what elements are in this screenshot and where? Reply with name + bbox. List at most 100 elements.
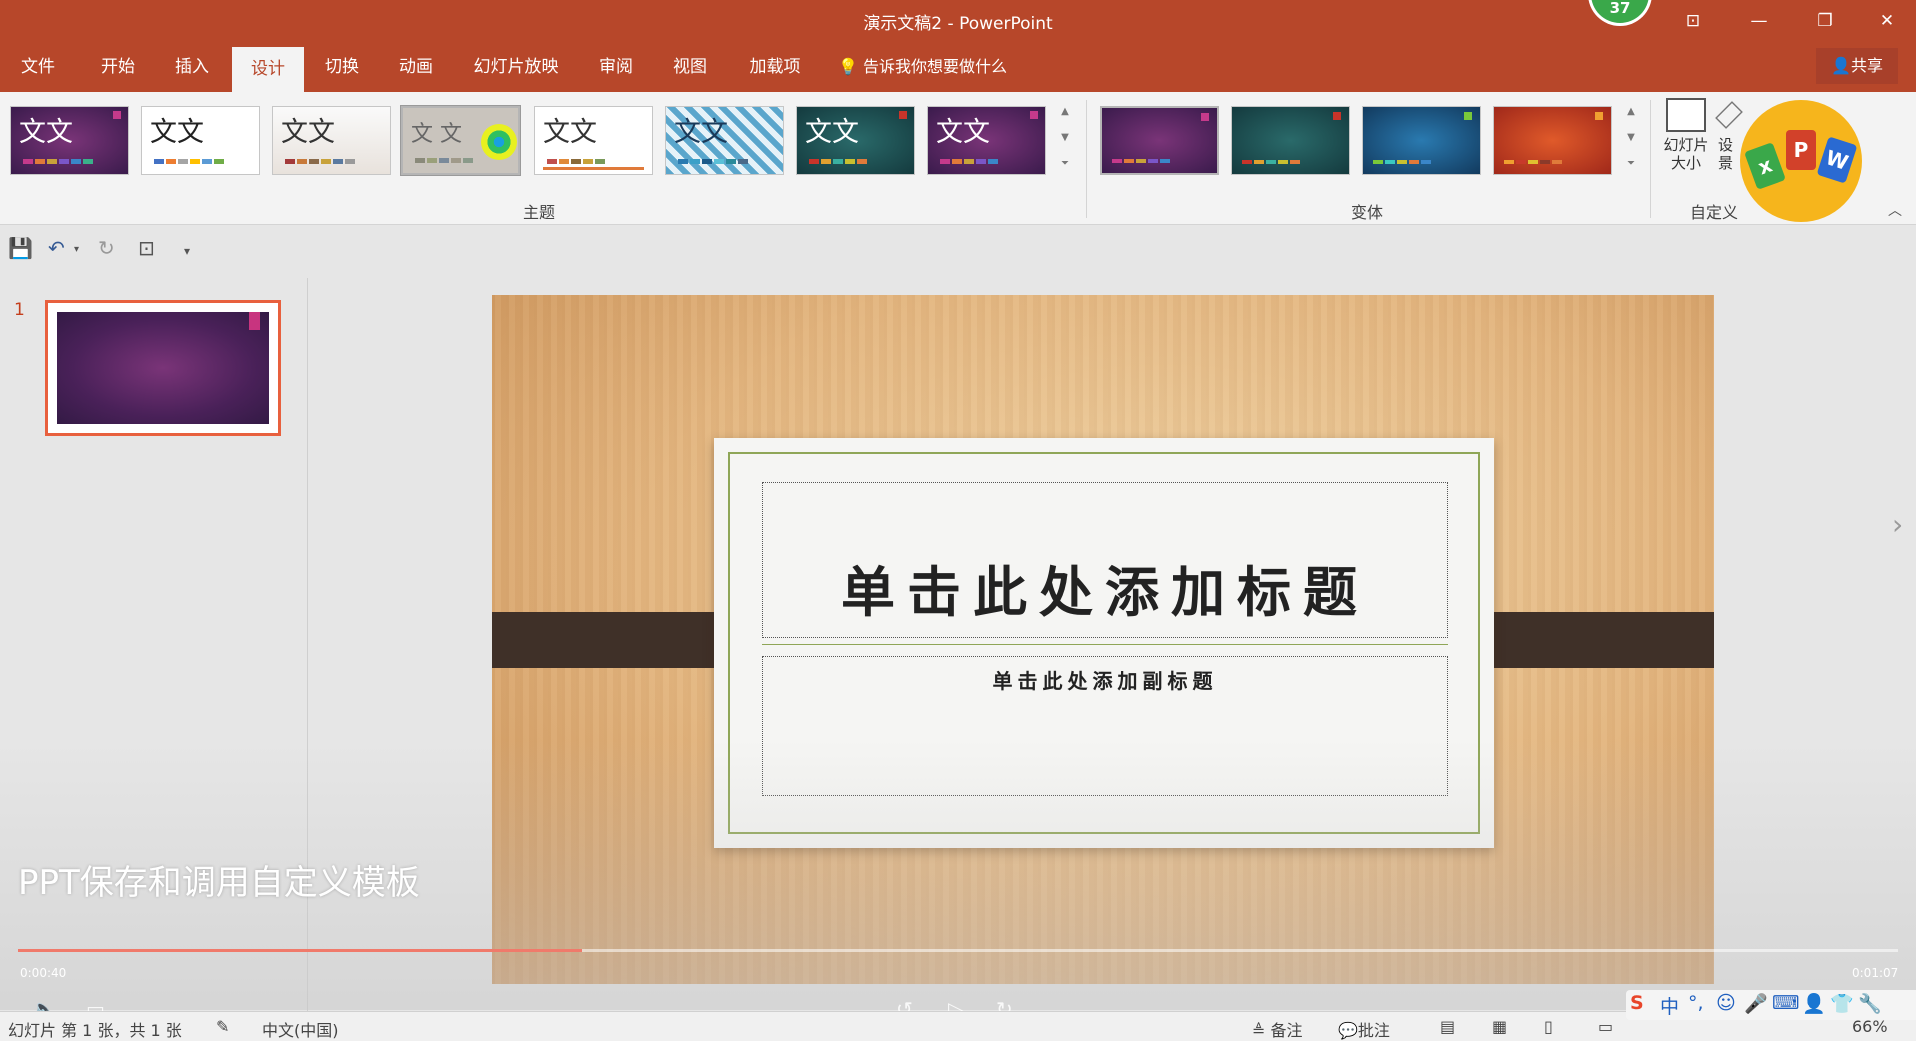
- next-slide-arrow-icon[interactable]: ›: [1892, 508, 1903, 541]
- skin-icon[interactable]: 👕: [1830, 992, 1854, 1015]
- slide-size-icon: [1666, 98, 1706, 132]
- sogou-logo-icon[interactable]: S: [1630, 992, 1644, 1014]
- punctuation-icon[interactable]: °,: [1688, 992, 1704, 1014]
- theme-thumbnail[interactable]: 文文: [665, 106, 784, 175]
- save-icon[interactable]: 💾: [8, 236, 33, 260]
- collapse-ribbon-icon[interactable]: ︿: [1888, 200, 1902, 220]
- undo-icon[interactable]: ↶: [48, 236, 65, 260]
- tab-file[interactable]: 文件: [8, 42, 68, 92]
- slide-number: 1: [14, 300, 25, 320]
- theme-sample-text: 文 文: [411, 122, 462, 147]
- present-from-start-icon[interactable]: ⊡: [138, 236, 155, 260]
- microphone-icon[interactable]: 🎤: [1744, 992, 1768, 1015]
- redo-icon[interactable]: ↻: [98, 236, 115, 260]
- variant-thumbnail[interactable]: [1362, 106, 1481, 175]
- gallery-scroll-up[interactable]: ▲: [1056, 100, 1074, 124]
- close-button[interactable]: ✕: [1854, 0, 1916, 42]
- theme-thumbnail[interactable]: 文文: [534, 106, 653, 175]
- ime-toolbar: S 中 °, ☺ 🎤 ⌨ 👤 👕 🔧: [1626, 990, 1916, 1020]
- tab-design[interactable]: 设计: [232, 47, 304, 92]
- tab-animations[interactable]: 动画: [386, 42, 446, 92]
- decorative-strap-left: [492, 612, 740, 668]
- title-card: 单击此处添加标题 单击此处添加副标题: [714, 438, 1494, 848]
- user-icon[interactable]: 👤: [1802, 992, 1826, 1015]
- variant-thumbnail[interactable]: [1493, 106, 1612, 175]
- title-placeholder-text: 单击此处添加标题: [841, 560, 1369, 624]
- theme-thumbnail[interactable]: 文文: [927, 106, 1046, 175]
- slide-thumbnail[interactable]: [45, 300, 281, 436]
- language-status[interactable]: 中文(中国): [262, 1017, 339, 1041]
- variant-accent-mark: [1464, 112, 1472, 120]
- minimize-button[interactable]: —: [1726, 0, 1792, 42]
- theme-thumbnail[interactable]: 文文: [272, 106, 391, 175]
- variant-thumbnail[interactable]: [1100, 106, 1219, 175]
- customize-group-label: 自定义: [1690, 203, 1739, 222]
- variant-thumbnail[interactable]: [1231, 106, 1350, 175]
- normal-view-icon[interactable]: ▤: [1440, 1017, 1455, 1036]
- theme-thumbnail[interactable]: 文文: [10, 106, 129, 175]
- format-background-label: 设: [1718, 136, 1734, 154]
- theme-sample-text: 文文: [19, 117, 73, 148]
- tab-home[interactable]: 开始: [88, 42, 148, 92]
- slide-size-label-2: 大小: [1670, 154, 1701, 172]
- theme-sample-text: 文文: [150, 117, 204, 148]
- slideshow-view-icon[interactable]: ▭: [1598, 1017, 1613, 1036]
- office-logo-icon: x P W: [1740, 100, 1862, 222]
- tab-review[interactable]: 审阅: [586, 42, 646, 92]
- comments-button[interactable]: 💬批注: [1338, 1017, 1390, 1041]
- spellcheck-icon[interactable]: ✎: [216, 1017, 229, 1036]
- reading-view-icon[interactable]: ▯: [1544, 1017, 1553, 1036]
- gallery-scroll-down[interactable]: ▼: [1056, 126, 1074, 150]
- restore-button[interactable]: ❐: [1792, 0, 1858, 42]
- tab-insert[interactable]: 插入: [162, 42, 222, 92]
- theme-thumbnail[interactable]: 文文: [796, 106, 915, 175]
- slide-thumbnail-preview: [57, 312, 269, 424]
- notes-button[interactable]: ≜ 备注: [1252, 1017, 1303, 1041]
- theme-underline: [543, 167, 644, 170]
- slide-sorter-icon[interactable]: ▦: [1492, 1017, 1507, 1036]
- tab-view[interactable]: 视图: [660, 42, 720, 92]
- theme-accent-mark: [113, 111, 121, 119]
- title-divider: [762, 644, 1448, 645]
- slide-size-button[interactable]: 幻灯片 大小: [1656, 98, 1716, 172]
- video-progress-bar[interactable]: [18, 949, 1898, 952]
- format-background-icon: [1715, 101, 1743, 129]
- theme-thumbnail[interactable]: 文 文: [400, 105, 521, 176]
- gallery-more[interactable]: ⏷: [1056, 152, 1074, 176]
- theme-sample-text: 文文: [281, 117, 335, 148]
- theme-thumbnail[interactable]: 文文: [141, 106, 260, 175]
- variant-accent-mark: [1333, 112, 1341, 120]
- share-label: 共享: [1850, 56, 1883, 75]
- subtitle-placeholder[interactable]: 单击此处添加副标题: [762, 656, 1448, 796]
- variants-scroll-up[interactable]: ▲: [1622, 100, 1640, 124]
- slide-canvas[interactable]: 单击此处添加标题 单击此处添加副标题: [492, 295, 1714, 984]
- tools-icon[interactable]: 🔧: [1858, 992, 1882, 1015]
- tab-transitions[interactable]: 切换: [312, 42, 372, 92]
- comments-label: 批注: [1357, 1021, 1390, 1040]
- variants-more[interactable]: ⏷: [1622, 152, 1640, 176]
- format-background-label-2: 景: [1718, 154, 1734, 172]
- customize-qat-icon[interactable]: ▾: [184, 244, 190, 258]
- ribbon-tabs: 文件 开始 插入 设计 切换 动画 幻灯片放映 审阅 视图 加载项 💡 告诉我你…: [0, 42, 1916, 92]
- ribbon-display-button[interactable]: ⊡: [1660, 0, 1726, 42]
- title-placeholder[interactable]: 单击此处添加标题: [762, 482, 1448, 638]
- variants-group-label: 变体: [1351, 203, 1384, 222]
- ribbon-design: 文文 文文 文文 文 文 文文 文文 文文 文文 ▲ ▼ ⏷ 主题 ▲ ▼ ⏷ …: [0, 92, 1916, 225]
- tab-slideshow[interactable]: 幻灯片放映: [466, 42, 566, 92]
- person-icon: 👤: [1831, 56, 1851, 75]
- group-divider: [1086, 100, 1087, 218]
- themes-group-label: 主题: [523, 203, 556, 222]
- variant-accent-mark: [1595, 112, 1603, 120]
- format-background-button[interactable]: 设 景: [1715, 98, 1743, 172]
- slide-size-label: 幻灯片: [1663, 136, 1709, 154]
- keyboard-icon[interactable]: ⌨: [1772, 992, 1799, 1014]
- share-button[interactable]: 👤共享: [1816, 48, 1898, 84]
- tell-me-box[interactable]: 💡 告诉我你想要做什么: [838, 42, 1007, 92]
- undo-dropdown-icon[interactable]: ▾: [74, 244, 79, 255]
- variants-scroll-down[interactable]: ▼: [1622, 126, 1640, 150]
- cursor-highlight-ring: [481, 124, 517, 160]
- emoji-icon[interactable]: ☺: [1716, 992, 1736, 1014]
- ime-mode[interactable]: 中: [1660, 992, 1679, 1019]
- tab-addins[interactable]: 加载项: [740, 42, 810, 92]
- video-progress-fill: [18, 949, 582, 952]
